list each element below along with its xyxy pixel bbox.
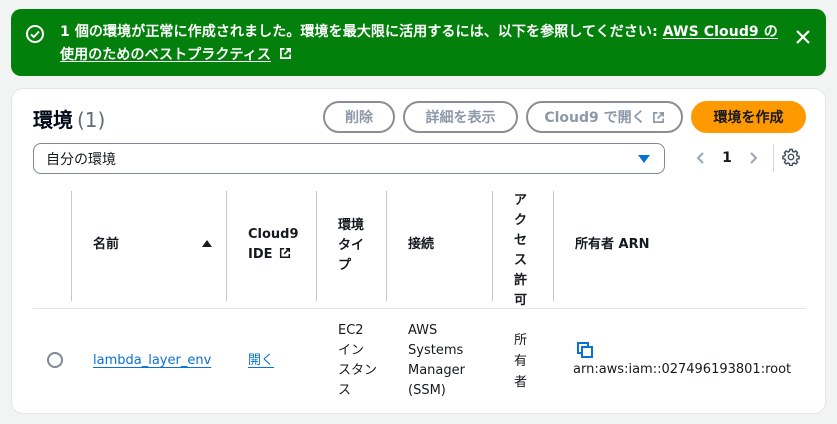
pagination: 1 [689, 144, 774, 172]
connection-cell: AWS Systems Manager (SSM) [408, 321, 465, 401]
type-line: イン [338, 343, 365, 358]
header-ide-line1: Cloud9 [248, 227, 299, 242]
view-details-button[interactable]: 詳細を表示 [403, 101, 518, 133]
column-header-name[interactable]: 名前 [93, 235, 119, 255]
caret-down-icon [638, 155, 650, 163]
delete-button[interactable]: 削除 [323, 101, 395, 133]
divider [773, 144, 774, 172]
page-title: 環境 (1) [33, 104, 105, 133]
sort-ascending-icon[interactable] [202, 240, 212, 247]
title-text: 環境 [33, 108, 73, 132]
check-circle-icon [26, 25, 44, 43]
column-header-cloud9-ide: Cloud9 IDE [248, 225, 299, 265]
column-header-owner-arn: 所有者 ARN [575, 237, 650, 252]
access-char: 所 [514, 333, 528, 348]
open-in-cloud9-button-label: Cloud9 で開く [544, 110, 646, 126]
column-divider [71, 191, 72, 301]
type-line: スタン [338, 363, 378, 378]
gear-icon[interactable] [782, 148, 800, 166]
external-link-icon [652, 111, 664, 123]
create-environment-button-label: 環境を作成 [713, 110, 784, 126]
view-details-button-label: 詳細を表示 [425, 110, 496, 126]
connection-line: (SSM) [408, 383, 446, 398]
chevron-right-icon [750, 152, 758, 164]
connection-line: Manager [408, 363, 465, 378]
header-access-char: ス [514, 253, 528, 268]
type-line: EC2 [338, 323, 364, 338]
flash-message-text: 1 個の環境が正常に作成されました。環境を最大限に活用するには、以下を参照してく… [60, 24, 663, 40]
owner-arn-value: arn:aws:iam::027496193801:root [573, 362, 792, 377]
chevron-left-icon [696, 152, 704, 164]
header-type-line1: 環境 [338, 218, 365, 233]
header-access-char: ク [514, 213, 528, 228]
open-ide-text[interactable]: 開く [248, 353, 274, 368]
header-ide-line2: IDE [248, 245, 299, 265]
environment-type-cell: EC2 イン スタン ス [338, 321, 377, 401]
row-select-radio[interactable] [47, 352, 63, 368]
environment-name-text[interactable]: lambda_layer_env [93, 353, 211, 368]
environment-filter-select[interactable]: 自分の環境 [33, 143, 665, 174]
environments-panel: 環境(1) 削除 詳細を表示 Cloud9 で開く 環境を作成 自分の環境 1 [11, 88, 826, 414]
header-access-char: セ [514, 233, 528, 248]
environment-count: (1) [77, 108, 106, 132]
external-link-icon [279, 247, 291, 259]
success-flashbar: 1 個の環境が正常に作成されました。環境を最大限に活用するには、以下を参照してく… [11, 9, 826, 76]
header-type-line2: タイプ [338, 238, 365, 273]
external-link-icon [279, 48, 291, 59]
connection-line: Systems [408, 343, 464, 358]
next-page-button[interactable] [741, 146, 765, 170]
type-line: ス [338, 383, 352, 398]
open-in-cloud9-button[interactable]: Cloud9 で開く [526, 101, 683, 133]
access-char: 有 [514, 354, 528, 369]
column-divider [386, 191, 387, 301]
column-divider [316, 191, 317, 301]
column-divider [553, 191, 554, 301]
access-char: 者 [514, 375, 528, 390]
previous-page-button[interactable] [689, 146, 713, 170]
environment-name-link[interactable]: lambda_layer_env [93, 351, 211, 371]
header-ide-text: IDE [248, 247, 273, 262]
create-environment-button[interactable]: 環境を作成 [691, 101, 806, 133]
header-access-char: 許 [514, 273, 528, 288]
flash-message: 1 個の環境が正常に作成されました。環境を最大限に活用するには、以下を参照してく… [60, 21, 780, 67]
header-access-char: ア [514, 193, 528, 208]
copy-icon[interactable] [576, 341, 594, 359]
column-header-connection: 接続 [408, 237, 435, 252]
access-cell: 所 有 者 [514, 330, 527, 393]
page-number[interactable]: 1 [713, 150, 741, 166]
close-icon[interactable] [794, 28, 812, 46]
column-header-access: ア ク セ ス 許 可 [514, 191, 530, 311]
column-divider [226, 191, 227, 301]
column-divider [492, 191, 493, 301]
open-ide-link[interactable]: 開く [248, 351, 274, 371]
header-divider [33, 308, 806, 309]
delete-button-label: 削除 [345, 110, 373, 126]
filter-selected-value: 自分の環境 [46, 151, 116, 168]
column-header-environment-type: 環境 タイプ [338, 216, 378, 276]
connection-line: AWS [408, 323, 438, 338]
